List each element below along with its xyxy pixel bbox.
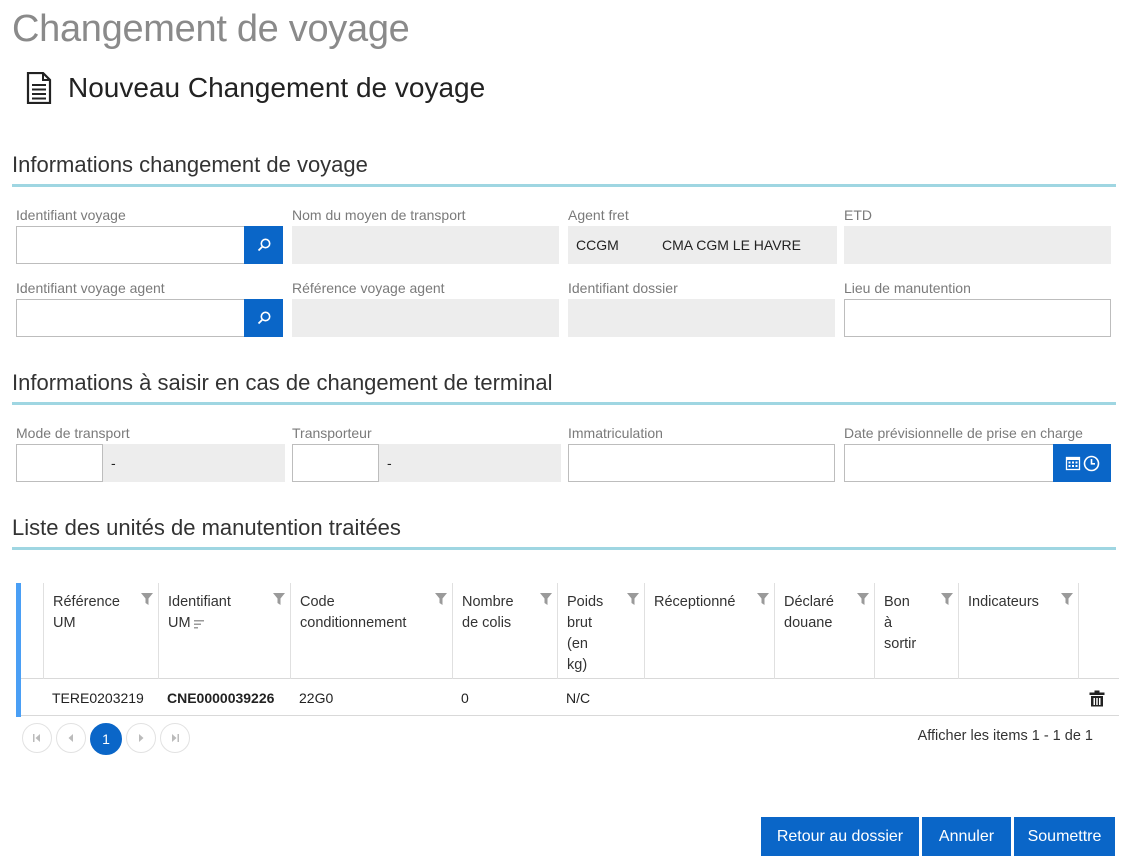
agent-fret-field: CCGM CMA CGM LE HAVRE [568,226,837,264]
filter-icon[interactable] [857,593,869,605]
etd-label: ETD [844,207,872,223]
identifiant-voyage-label: Identifiant voyage [16,207,126,223]
page-title: Changement de voyage [12,8,410,50]
trash-icon [1089,690,1105,706]
mode-transport-label: Mode de transport [16,425,130,441]
agent-fret-code: CCGM [576,237,619,253]
cell-poids-brut: N/C [566,690,591,706]
filter-icon[interactable] [941,593,953,605]
column-label: UM [53,615,76,631]
calendar-icon [1065,456,1080,471]
filter-icon[interactable] [757,593,769,605]
reference-voyage-agent-field [292,299,559,337]
lieu-manutention-input[interactable] [844,299,1111,337]
agent-fret-name: CMA CGM LE HAVRE [662,237,801,253]
column-nombre-colis[interactable]: Nombre de colis [452,583,558,679]
first-page-icon [33,734,40,742]
column-bon-a-sortir[interactable]: Bon à sortir [874,583,959,679]
search-icon [257,311,270,325]
last-page-icon [172,734,179,742]
filter-icon[interactable] [627,593,639,605]
delete-row-button[interactable] [1089,680,1105,716]
etd-field [844,226,1111,264]
filter-icon[interactable] [141,593,153,605]
date-prise-charge-input[interactable] [844,444,1054,482]
identifiant-dossier-field [568,299,835,337]
column-receptionne[interactable]: Réceptionné [644,583,775,679]
mode-transport-input[interactable] [16,444,103,482]
filter-icon[interactable] [540,593,552,605]
date-prise-charge-label: Date prévisionnelle de prise en charge [844,425,1083,441]
nom-moyen-transport-field [292,226,559,264]
next-page-button[interactable] [126,723,156,753]
identifiant-voyage-agent-label: Identifiant voyage agent [16,280,165,296]
annuler-button[interactable]: Annuler [922,817,1011,856]
reference-voyage-agent-label: Référence voyage agent [292,280,445,296]
column-label: (en [567,636,588,652]
cell-code-conditionnement: 22G0 [299,690,334,706]
grid-pager: 1 [22,723,190,755]
identifiant-voyage-search-button[interactable] [244,226,283,264]
next-page-icon [139,734,144,742]
identifiant-voyage-agent-input[interactable] [16,299,245,337]
page-button-1[interactable]: 1 [90,723,122,755]
column-label: sortir [884,636,917,652]
first-page-button[interactable] [22,723,52,753]
column-label: kg) [567,657,588,673]
transporteur-description: - [379,444,561,482]
column-label: conditionnement [300,615,407,631]
column-poids-brut[interactable]: Poids brut (en kg) [557,583,645,679]
identifiant-voyage-input[interactable] [16,226,245,264]
nom-moyen-transport-label: Nom du moyen de transport [292,207,466,223]
pager-info: Afficher les items 1 - 1 de 1 [917,728,1093,744]
lieu-manutention-label: Lieu de manutention [844,280,971,296]
column-actions [1078,583,1119,679]
cell-identifiant-um: CNE0000039226 [167,690,275,706]
transporteur-label: Transporteur [292,425,372,441]
immatriculation-label: Immatriculation [568,425,663,441]
section-voyage-info-title: Informations changement de voyage [12,152,1116,187]
section-terminal-title: Informations à saisir en cas de changeme… [12,370,1116,405]
column-label: à [884,615,893,631]
agent-fret-label: Agent fret [568,207,629,223]
column-declare-douane[interactable]: Déclaré douane [774,583,875,679]
column-label: douane [784,615,833,631]
identifiant-voyage-agent-search-button[interactable] [244,299,283,337]
column-label: UM [168,615,191,631]
table-row[interactable]: TERE0203219 CNE0000039226 22G0 0 N/C [21,680,1119,716]
filter-icon[interactable] [435,593,447,605]
transporteur-input[interactable] [292,444,379,482]
soumettre-button[interactable]: Soumettre [1014,817,1115,856]
um-grid: Référence UM Identifiant UM Code conditi… [16,583,1119,717]
filter-icon[interactable] [273,593,285,605]
previous-page-button[interactable] [56,723,86,753]
search-icon [257,238,270,252]
column-indicateurs[interactable]: Indicateurs [958,583,1079,679]
last-page-button[interactable] [160,723,190,753]
immatriculation-input[interactable] [568,444,835,482]
retour-au-dossier-button[interactable]: Retour au dossier [761,817,919,856]
mode-transport-description: - [103,444,285,482]
grid-header: Référence UM Identifiant UM Code conditi… [21,583,1119,679]
column-label: brut [567,615,592,631]
datetime-picker-button[interactable] [1053,444,1111,482]
column-label: de colis [462,615,512,631]
column-label: Code [300,594,335,610]
document-icon [26,72,52,104]
section-um-list-title: Liste des unités de manutention traitées [12,515,1116,550]
column-label-row: UM [168,613,291,634]
cell-nombre-colis: 0 [461,690,469,706]
column-code-conditionnement[interactable]: Code conditionnement [290,583,453,679]
form-title: Nouveau Changement de voyage [26,72,485,104]
column-reference-um[interactable]: Référence UM [43,583,159,679]
filter-icon[interactable] [1061,593,1073,605]
cell-reference-um: TERE0203219 [52,690,144,706]
previous-page-icon [68,734,73,742]
sort-icon[interactable] [193,618,205,630]
form-subtitle: Nouveau Changement de voyage [68,72,486,103]
identifiant-dossier-label: Identifiant dossier [568,280,678,296]
clock-icon [1083,455,1099,471]
column-identifiant-um[interactable]: Identifiant UM [158,583,291,679]
